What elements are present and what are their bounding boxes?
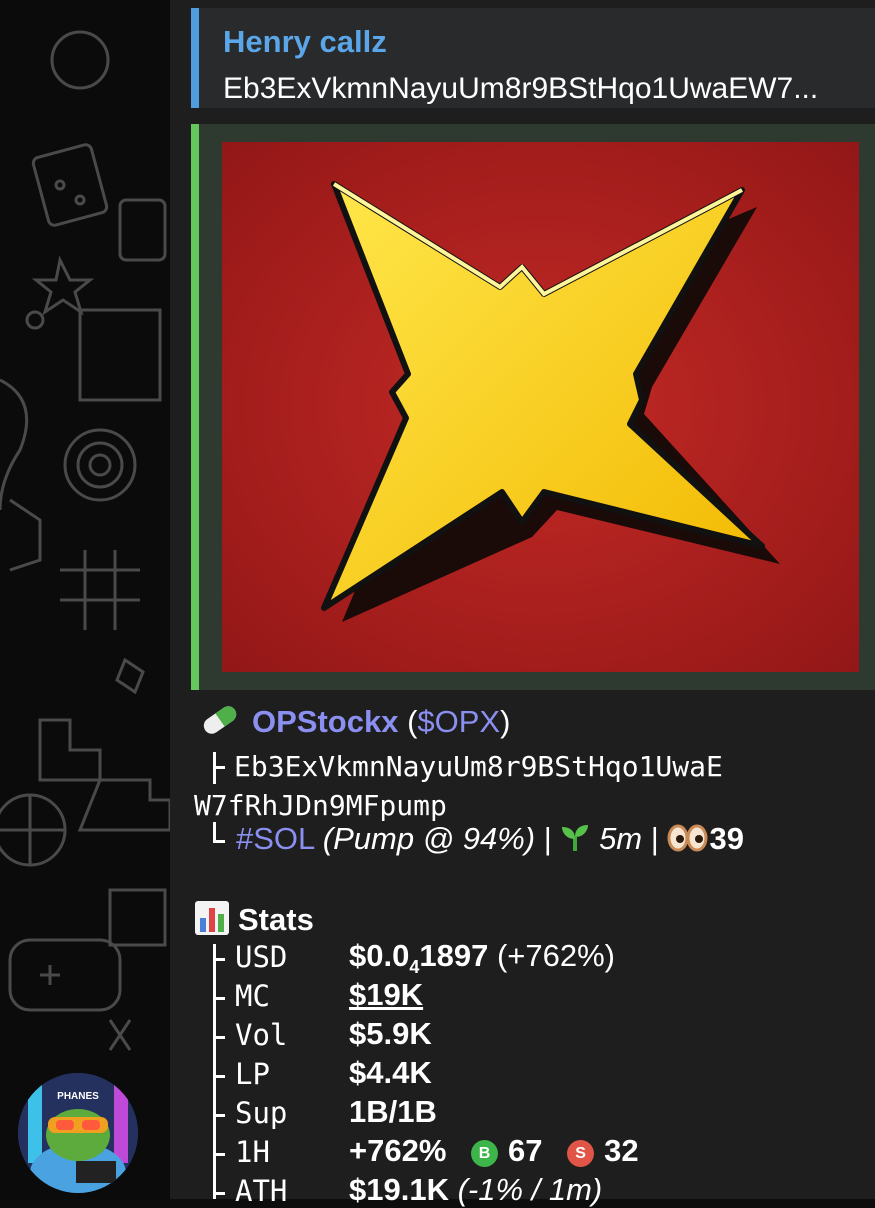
sell-count: 32 [604, 1133, 639, 1168]
buy-icon: B [471, 1140, 499, 1167]
ticker-open: ( [407, 704, 418, 739]
price-zero-count: 4 [409, 957, 420, 978]
stats-title: Stats [238, 902, 314, 937]
view-count: 39 [709, 821, 744, 856]
token-title-line: OPStockx ($OPX) [200, 704, 510, 740]
token-name-link[interactable]: OPStockx [252, 704, 398, 739]
stat-value-1h: +762% B 67 S 32 [349, 1133, 639, 1169]
chain-hashtag[interactable]: #SOL [236, 821, 314, 856]
stats-header: Stats [194, 900, 314, 938]
tree-branch [213, 840, 225, 843]
bar-chart-icon [195, 901, 229, 935]
tree-line-connector [213, 822, 216, 842]
tree-branch [213, 997, 225, 1000]
tree-branch [213, 1153, 225, 1156]
ath-change: (-1% / 1m) [448, 1172, 603, 1207]
reply-accent-bar [191, 8, 199, 108]
stat-label-lp: LP [235, 1057, 270, 1091]
separator: | [650, 821, 659, 856]
avatar-caption: PHANES [57, 1091, 99, 1102]
pepe-avatar-icon: PHANES [18, 1073, 138, 1193]
reply-text: Eb3ExVkmnNayuUm8r9BStHqo1UwaEW7... [223, 72, 819, 105]
stats-tree-line [213, 944, 216, 1199]
stat-label-sup: Sup [235, 1096, 288, 1130]
eyes-icon [667, 824, 708, 852]
preview-accent-bar [191, 124, 199, 690]
sell-icon: S [567, 1140, 595, 1167]
stat-label-mc: MC [235, 979, 270, 1013]
contract-address-line-2[interactable]: W7fRhJDn9MFpump [194, 789, 447, 822]
reply-sender: Henry callz [223, 24, 387, 59]
stat-label-usd: USD [235, 940, 288, 974]
stat-value-lp: $4.4K [349, 1055, 432, 1090]
stat-value-usd: $0.041897 (+762%) [349, 938, 615, 978]
stat-label-ath: ATH [235, 1174, 288, 1208]
chain-info-line: #SOL (Pump @ 94%) | 5m | 39 [236, 821, 744, 857]
ath-value: $19.1K [349, 1172, 449, 1207]
separator: | [543, 821, 552, 856]
tree-branch [213, 766, 225, 769]
stat-value-sup: 1B/1B [349, 1094, 437, 1129]
stat-value-vol: $5.9K [349, 1016, 432, 1051]
stat-value-mc[interactable]: $19K [349, 977, 423, 1013]
price-change: (+762%) [488, 938, 615, 973]
contract-address-line-1[interactable]: Eb3ExVkmnNayuUm8r9BStHqo1UwaE [234, 750, 723, 783]
stat-value-ath: $19.1K (-1% / 1m) [349, 1172, 602, 1208]
tree-branch [213, 1036, 225, 1039]
stat-label-vol: Vol [235, 1018, 288, 1052]
tree-branch [213, 1192, 225, 1195]
token-image[interactable] [222, 142, 859, 672]
price-prefix: $0.0 [349, 938, 410, 973]
tree-branch [213, 958, 225, 961]
star-logo [222, 142, 859, 672]
token-age: 5m [599, 821, 643, 856]
one-hour-change: +762% [349, 1133, 447, 1168]
avatar[interactable]: PHANES [18, 1073, 138, 1193]
price-digits: 1897 [419, 938, 489, 973]
tree-branch [213, 1075, 225, 1078]
seedling-icon [562, 825, 589, 851]
chat-wallpaper: PHANES [0, 0, 170, 1199]
tree-branch [213, 1114, 225, 1117]
wallpaper-doodles-icon [0, 30, 170, 1051]
ticker-link[interactable]: $OPX [417, 704, 500, 739]
pill-icon [203, 706, 237, 734]
ticker-close: ) [500, 704, 511, 739]
link-preview[interactable] [191, 124, 875, 690]
pump-info: (Pump @ 94%) [322, 821, 536, 856]
buy-count: 67 [508, 1133, 543, 1168]
reply-preview[interactable]: Henry callz Eb3ExVkmnNayuUm8r9BStHqo1Uwa… [191, 8, 875, 108]
stat-label-1h: 1H [235, 1135, 270, 1169]
